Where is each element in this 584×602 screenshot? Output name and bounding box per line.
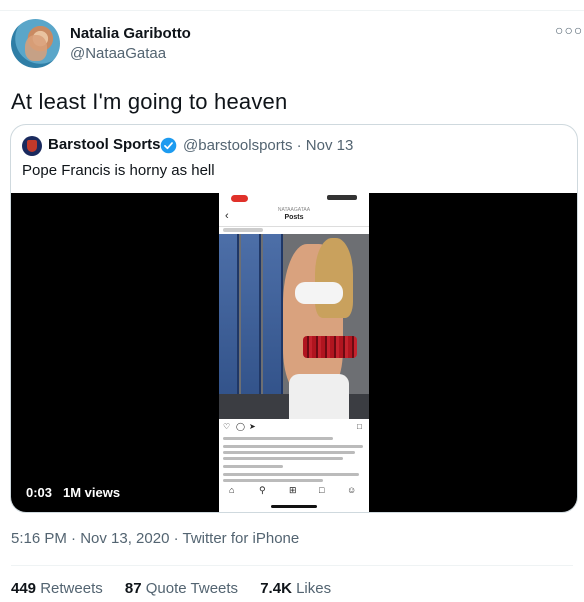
verified-badge-icon — [160, 137, 177, 154]
heart-icon: ♡ — [223, 422, 231, 431]
video-photo — [219, 234, 369, 419]
meta-separator: · — [169, 530, 183, 547]
phone-title: Posts — [284, 214, 304, 221]
video-frame-phone-screenshot: ‹ NATAAGATAA Posts ♡ ◯ ➤ □ ⌂ ⚲ ⊞ □ ☺ — [219, 193, 369, 512]
bookmark-icon: □ — [357, 422, 362, 431]
video-player[interactable]: ‹ NATAAGATAA Posts ♡ ◯ ➤ □ ⌂ ⚲ ⊞ □ ☺ 0:0… — [11, 193, 577, 512]
phone-post-actions: ♡ ◯ ➤ □ — [219, 421, 369, 433]
tweet-metadata: 5:16 PM · Nov 13, 2020 · Twitter for iPh… — [11, 530, 299, 547]
retweets-stat[interactable]: 449 Retweets — [11, 580, 103, 597]
likes-count: 7.4K — [260, 580, 292, 597]
phone-bottom-nav: ⌂ ⚲ ⊞ □ ☺ — [219, 485, 369, 499]
video-views: 1M views — [63, 485, 121, 500]
quoted-author-handle-date[interactable]: @barstoolsports · Nov 13 — [183, 137, 353, 154]
top-divider — [0, 10, 584, 11]
tweet-source[interactable]: Twitter for iPhone — [183, 530, 300, 547]
quote-tweets-label: Quote Tweets — [145, 580, 239, 597]
retweets-count: 449 — [11, 580, 37, 597]
shop-icon: □ — [319, 485, 325, 495]
send-icon: ➤ — [249, 422, 256, 431]
divider — [11, 565, 573, 566]
author-handle[interactable]: @NataaGataa — [70, 45, 166, 62]
phone-home-indicator — [271, 505, 317, 508]
video-time: 0:03 — [26, 485, 53, 500]
phone-header: ‹ NATAAGATAA Posts — [219, 203, 369, 227]
phone-username: NATAAGATAA — [277, 207, 311, 213]
search-icon: ⚲ — [259, 485, 266, 495]
likes-stat[interactable]: 7.4K Likes — [260, 580, 331, 597]
profile-icon: ☺ — [347, 485, 357, 495]
comment-icon: ◯ — [236, 422, 245, 431]
tweet-stats: 449 Retweets 87 Quote Tweets 7.4K Likes — [11, 580, 349, 597]
quoted-tweet[interactable]: Barstool Sports @barstoolsports · Nov 13… — [10, 124, 578, 513]
home-icon: ⌂ — [229, 485, 235, 495]
quoted-author-name[interactable]: Barstool Sports — [48, 136, 161, 153]
author-name[interactable]: Natalia Garibotto — [70, 25, 191, 42]
quote-tweets-stat[interactable]: 87 Quote Tweets — [125, 580, 238, 597]
tweet-timestamp[interactable]: 5:16 PM · Nov 13, 2020 — [11, 530, 169, 547]
quoted-author-avatar[interactable] — [22, 136, 42, 156]
retweets-label: Retweets — [40, 580, 103, 597]
tweet-text: At least I'm going to heaven — [11, 89, 288, 114]
author-avatar[interactable] — [11, 19, 60, 68]
likes-label: Likes — [296, 580, 332, 597]
quote-tweets-count: 87 — [124, 580, 142, 597]
phone-status-bar — [219, 193, 369, 203]
quoted-tweet-text: Pope Francis is horny as hell — [22, 162, 215, 179]
more-horizontal-icon[interactable]: ○○○ — [555, 22, 583, 38]
add-post-icon: ⊞ — [289, 485, 297, 495]
